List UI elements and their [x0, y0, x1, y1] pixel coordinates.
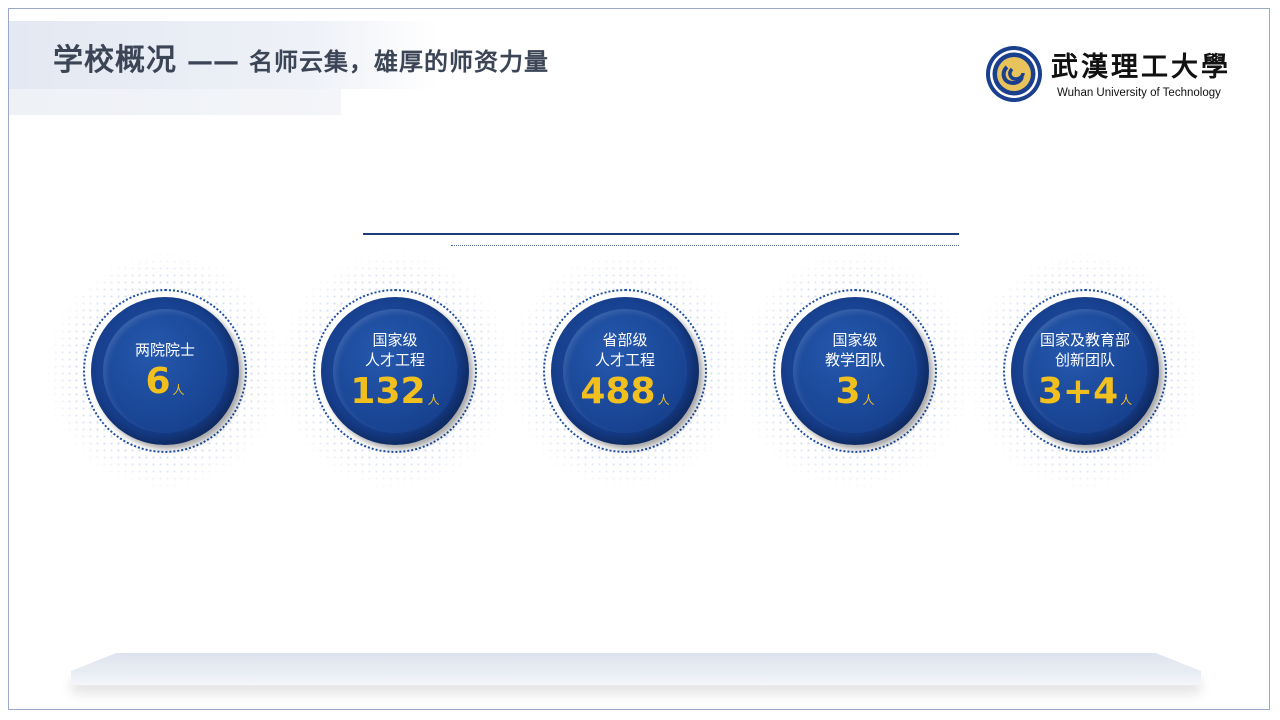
decorative-line [363, 233, 959, 235]
stat-text: 两院院士 6 人 [91, 297, 239, 445]
page-title: 学校概况 —— 名师云集，雄厚的师资力量 [53, 35, 549, 79]
stat-unit: 人 [172, 383, 185, 397]
stat-value: 132 [350, 371, 426, 412]
page-subtitle: 名师云集，雄厚的师资力量 [249, 48, 549, 76]
stat-circle-provincial-talent: 省部级 人才工程 488 人 [505, 251, 745, 491]
university-seal-icon [986, 46, 1042, 102]
stat-value-row: 488 人 [580, 372, 669, 412]
slide-frame: 学校概况 —— 名师云集，雄厚的师资力量 武漢理工大學 Wuhan Univer… [8, 8, 1270, 710]
stat-circle-academicians: 两院院士 6 人 [45, 251, 285, 491]
stat-circle-national-talent: 国家级 人才工程 132 人 [275, 251, 515, 491]
stat-value-row: 3 人 [835, 372, 874, 412]
stat-text: 国家级 教学团队 3 人 [781, 297, 929, 445]
stat-label-line2: 人才工程 [364, 351, 425, 369]
stat-text: 国家级 人才工程 132 人 [321, 297, 469, 445]
stat-text: 国家及教育部 创新团队 3+4 人 [1011, 297, 1159, 445]
stat-label-line2: 教学团队 [824, 351, 885, 369]
stat-unit: 人 [1120, 393, 1133, 407]
stat-value: 6 [145, 361, 171, 402]
stat-value: 488 [580, 371, 656, 412]
decorative-dotted-line [451, 245, 959, 246]
stat-label-line2: 人才工程 [594, 351, 655, 369]
stat-unit: 人 [862, 393, 875, 407]
page-title-dash: —— [187, 47, 239, 77]
page-title-main: 学校概况 [53, 43, 177, 78]
stat-circle-teaching-team: 国家级 教学团队 3 人 [735, 251, 975, 491]
shelf-front [71, 671, 1201, 685]
display-shelf [71, 653, 1201, 691]
header-band-lower [9, 89, 341, 115]
stat-circle-innovation-team: 国家及教育部 创新团队 3+4 人 [965, 251, 1205, 491]
stat-label-line1: 省部级 [602, 331, 648, 349]
stat-unit: 人 [657, 393, 670, 407]
stat-label-line2: 创新团队 [1054, 351, 1115, 369]
university-logo: 武漢理工大學 Wuhan University of Technology [985, 45, 1247, 105]
stat-label-line1: 国家级 [832, 331, 878, 349]
stat-value: 3 [835, 371, 861, 412]
stat-label: 两院院士 [134, 341, 195, 359]
stat-label-line1: 国家及教育部 [1039, 331, 1130, 349]
university-name-cn: 武漢理工大學 [1051, 52, 1231, 83]
stat-value-row: 3+4 人 [1038, 372, 1132, 412]
stat-label-line1: 国家级 [372, 331, 418, 349]
stat-text: 省部级 人才工程 488 人 [551, 297, 699, 445]
shelf-top [71, 653, 1201, 671]
stat-value-row: 6 人 [145, 362, 184, 402]
stat-unit: 人 [427, 393, 440, 407]
university-name-en: Wuhan University of Technology [1057, 87, 1221, 99]
stat-value-row: 132 人 [350, 372, 439, 412]
stat-value: 3+4 [1037, 371, 1119, 412]
